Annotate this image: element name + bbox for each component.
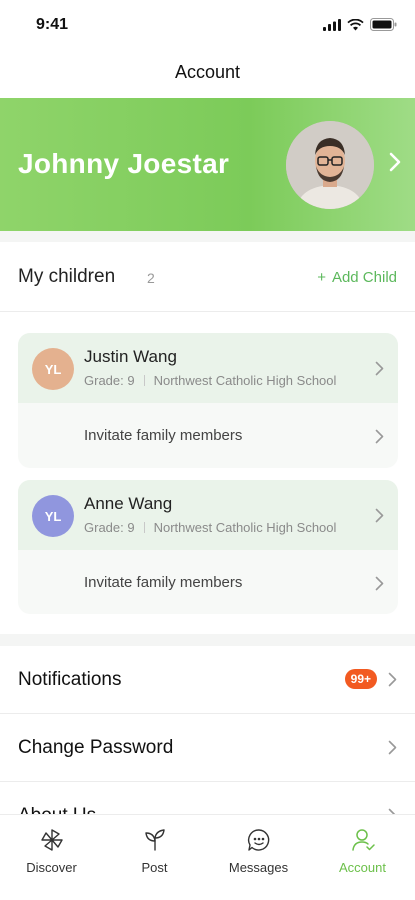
section-divider [0, 634, 415, 646]
children-title: My children [18, 266, 116, 287]
sprout-icon [144, 829, 165, 851]
invite-family-row[interactable]: Invitate family members [18, 403, 398, 468]
signal-icon [323, 18, 341, 31]
child-info-row[interactable]: YL Anne Wang Grade: 9 Northwest Catholic… [18, 480, 398, 550]
child-avatar: YL [32, 348, 74, 390]
children-header: My children 2 + Add Child [0, 242, 415, 312]
tab-label: Discover [26, 860, 77, 875]
menu-label: Notifications [18, 669, 122, 690]
tab-label: Messages [228, 860, 289, 875]
child-meta: Grade: 9 Northwest Catholic High School [84, 520, 336, 535]
tab-account[interactable]: Account [311, 815, 414, 900]
invite-label: Invitate family members [84, 427, 243, 444]
menu-notifications[interactable]: Notifications 99+ [0, 646, 415, 714]
chevron-right-icon [375, 576, 384, 591]
chevron-right-icon [388, 740, 397, 755]
child-meta: Grade: 9 Northwest Catholic High School [84, 373, 336, 388]
child-grade: Grade: 9 [84, 520, 135, 535]
battery-icon [370, 18, 397, 31]
invite-family-row[interactable]: Invitate family members [18, 550, 398, 614]
tab-label: Post [141, 860, 168, 875]
notification-badge: 99+ [344, 669, 377, 689]
chevron-right-icon [375, 361, 384, 376]
meta-divider [143, 375, 145, 386]
child-avatar: YL [32, 495, 74, 537]
status-time: 9:41 [36, 16, 69, 33]
status-icons [323, 18, 397, 31]
plus-icon: + [317, 269, 326, 286]
meta-divider [143, 522, 145, 533]
tab-messages[interactable]: Messages [207, 815, 310, 900]
user-icon [351, 829, 375, 851]
profile-banner[interactable]: Johnny Joestar [0, 98, 415, 231]
menu-label: Change Password [18, 737, 174, 758]
section-divider [0, 231, 415, 242]
profile-name: Johnny Joestar [18, 148, 230, 179]
child-info-row[interactable]: YL Justin Wang Grade: 9 Northwest Cathol… [18, 333, 398, 403]
child-grade: Grade: 9 [84, 373, 135, 388]
chevron-right-icon [375, 508, 384, 523]
wifi-icon [347, 18, 364, 30]
add-child-button[interactable]: + Add Child [317, 269, 397, 286]
child-school: Northwest Catholic High School [153, 520, 337, 535]
children-count: 2 [147, 270, 155, 286]
add-child-label: Add Child [331, 269, 397, 286]
chevron-right-icon[interactable] [389, 152, 401, 172]
menu-change-password[interactable]: Change Password [0, 714, 415, 782]
profile-avatar[interactable] [286, 121, 374, 209]
status-bar: 9:41 [0, 0, 415, 50]
tab-discover[interactable]: Discover [0, 815, 103, 900]
child-school: Northwest Catholic High School [153, 373, 337, 388]
tab-bar: Discover Post Messages Account [0, 814, 415, 900]
page-title: Account [174, 62, 241, 82]
chevron-right-icon [388, 672, 397, 687]
chevron-right-icon [375, 429, 384, 444]
tab-post[interactable]: Post [103, 815, 206, 900]
child-name: Justin Wang [84, 347, 177, 366]
child-card: YL Anne Wang Grade: 9 Northwest Catholic… [18, 480, 398, 614]
child-card: YL Justin Wang Grade: 9 Northwest Cathol… [18, 333, 398, 468]
tab-label: Account [339, 860, 386, 875]
chat-icon [247, 829, 269, 851]
invite-label: Invitate family members [84, 574, 243, 591]
child-name: Anne Wang [84, 494, 173, 513]
pinwheel-icon [40, 829, 63, 851]
